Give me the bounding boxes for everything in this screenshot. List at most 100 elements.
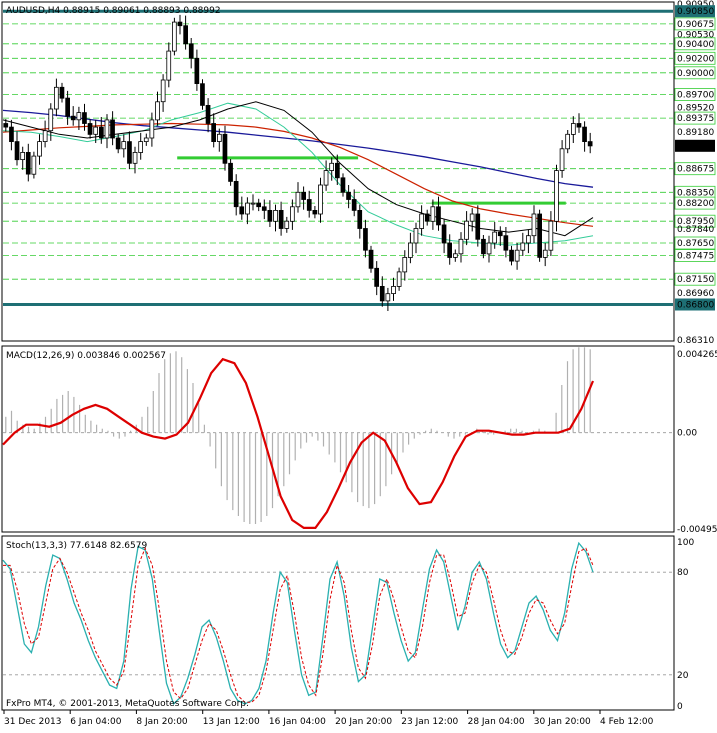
candle-body-104 (587, 141, 593, 147)
candle-body-74 (419, 213, 425, 229)
macd-scale-label-2: -0.004955 (677, 525, 717, 535)
candle-body-88 (497, 231, 503, 237)
candle-body-85 (481, 238, 486, 255)
candle-body-103 (582, 126, 587, 142)
candle-body-101 (571, 123, 576, 135)
candle-body-78 (441, 224, 447, 244)
candle-body-5 (31, 155, 37, 175)
candle-body-4 (25, 151, 31, 175)
candle-body-38 (216, 133, 222, 142)
candle-body-32 (183, 25, 188, 45)
candle-body-95 (537, 213, 543, 258)
macd-scale-label-0: 0.004265 (677, 350, 717, 360)
candle-body-64 (363, 228, 368, 251)
chart-window[interactable]: AUDUSD,H4 0.88915 0.89061 0.88893 0.8899… (0, 0, 717, 729)
candle-body-81 (458, 238, 464, 255)
candle-body-15 (87, 123, 93, 135)
candle-body-9 (54, 86, 59, 110)
candle-body-2 (14, 141, 20, 161)
candle-body-70 (396, 271, 402, 287)
candle-body-21 (121, 141, 127, 150)
candle-body-54 (306, 199, 312, 211)
candle-body-16 (93, 126, 98, 135)
price-label-9: 0.89375 (677, 114, 714, 124)
candle-body-50 (284, 220, 290, 229)
price-label-6: 0.90000 (677, 69, 714, 79)
candle-body-92 (520, 242, 526, 251)
time-label-8: 30 Jan 20:00 (534, 717, 591, 727)
candle-body-56 (318, 184, 323, 215)
price-label-18: 0.87475 (677, 252, 714, 262)
macd-title: MACD(12,26,9) 0.003846 0.002567 (6, 351, 166, 361)
candle-body-24 (138, 141, 143, 153)
candle-body-43 (245, 202, 250, 215)
candle-body-83 (469, 213, 475, 222)
candle-body-96 (542, 249, 548, 258)
candle-body-48 (273, 209, 278, 222)
chart-title: AUDUSD,H4 0.88915 0.89061 0.88893 0.8899… (6, 6, 221, 16)
chart-canvas[interactable]: AUDUSD,H4 0.88915 0.89061 0.88893 0.8899… (0, 0, 717, 729)
chart-background (0, 0, 717, 729)
price-label-22: 0.86310 (677, 336, 714, 346)
candle-body-1 (9, 126, 14, 142)
candle-body-10 (59, 86, 65, 99)
candle-body-12 (70, 115, 76, 121)
price-label-12: 0.88675 (677, 165, 714, 175)
time-label-3: 13 Jan 12:00 (203, 717, 260, 727)
price-label-1: 0.90850 (677, 7, 714, 17)
candle-body-68 (385, 293, 391, 302)
price-label-16: 0.87840 (677, 225, 714, 235)
candle-body-76 (430, 206, 436, 222)
price-label-11: 0.88992 (677, 142, 714, 152)
candle-body-29 (166, 50, 172, 81)
candle-body-89 (503, 235, 509, 251)
candle-body-71 (402, 256, 408, 273)
candle-body-25 (143, 137, 149, 142)
candle-body-62 (351, 199, 357, 211)
candle-body-35 (200, 83, 205, 106)
candle-body-84 (475, 213, 481, 240)
candle-body-80 (452, 253, 458, 258)
time-label-1: 6 Jan 04:00 (70, 717, 122, 727)
price-label-5: 0.90200 (677, 54, 714, 64)
candle-body-102 (576, 123, 582, 128)
candle-body-30 (171, 21, 177, 52)
candle-body-33 (188, 43, 194, 59)
price-scale[interactable]: 0.909500.908500.906750.905300.904000.902… (674, 0, 716, 346)
price-label-17: 0.87650 (677, 239, 714, 249)
candle-body-67 (379, 285, 385, 302)
price-label-14: 0.88200 (677, 199, 714, 209)
candle-body-53 (301, 191, 307, 200)
candle-body-77 (436, 206, 441, 226)
candle-body-91 (514, 249, 520, 262)
candle-body-45 (256, 202, 262, 208)
candle-body-22 (127, 141, 132, 164)
candle-body-7 (42, 130, 48, 142)
price-label-20: 0.86960 (677, 289, 714, 299)
candle-body-39 (222, 133, 228, 164)
candle-body-51 (289, 206, 295, 222)
candle-body-55 (312, 209, 318, 215)
stoch-scale-label-0: 100 (677, 538, 694, 548)
candle-body-42 (239, 206, 245, 215)
candle-body-93 (526, 235, 531, 244)
time-label-2: 8 Jan 20:00 (136, 717, 188, 727)
price-label-19: 0.87150 (677, 275, 714, 285)
candle-body-26 (149, 119, 155, 139)
candle-body-20 (115, 137, 121, 150)
candle-body-58 (329, 162, 335, 171)
candle-body-44 (250, 202, 256, 205)
candle-body-14 (82, 112, 87, 124)
stoch-scale-label-3: 0 (677, 702, 683, 712)
candle-body-23 (132, 151, 138, 164)
candle-body-3 (20, 151, 26, 160)
candle-body-72 (407, 242, 413, 258)
candle-body-65 (368, 249, 374, 269)
candle-body-97 (548, 220, 554, 251)
candle-body-41 (233, 180, 239, 208)
candle-body-6 (37, 141, 42, 157)
candle-body-13 (76, 112, 82, 121)
stoch-scale-label-1: 80 (677, 568, 689, 578)
candle-body-47 (267, 209, 273, 222)
candle-body-40 (228, 162, 233, 182)
